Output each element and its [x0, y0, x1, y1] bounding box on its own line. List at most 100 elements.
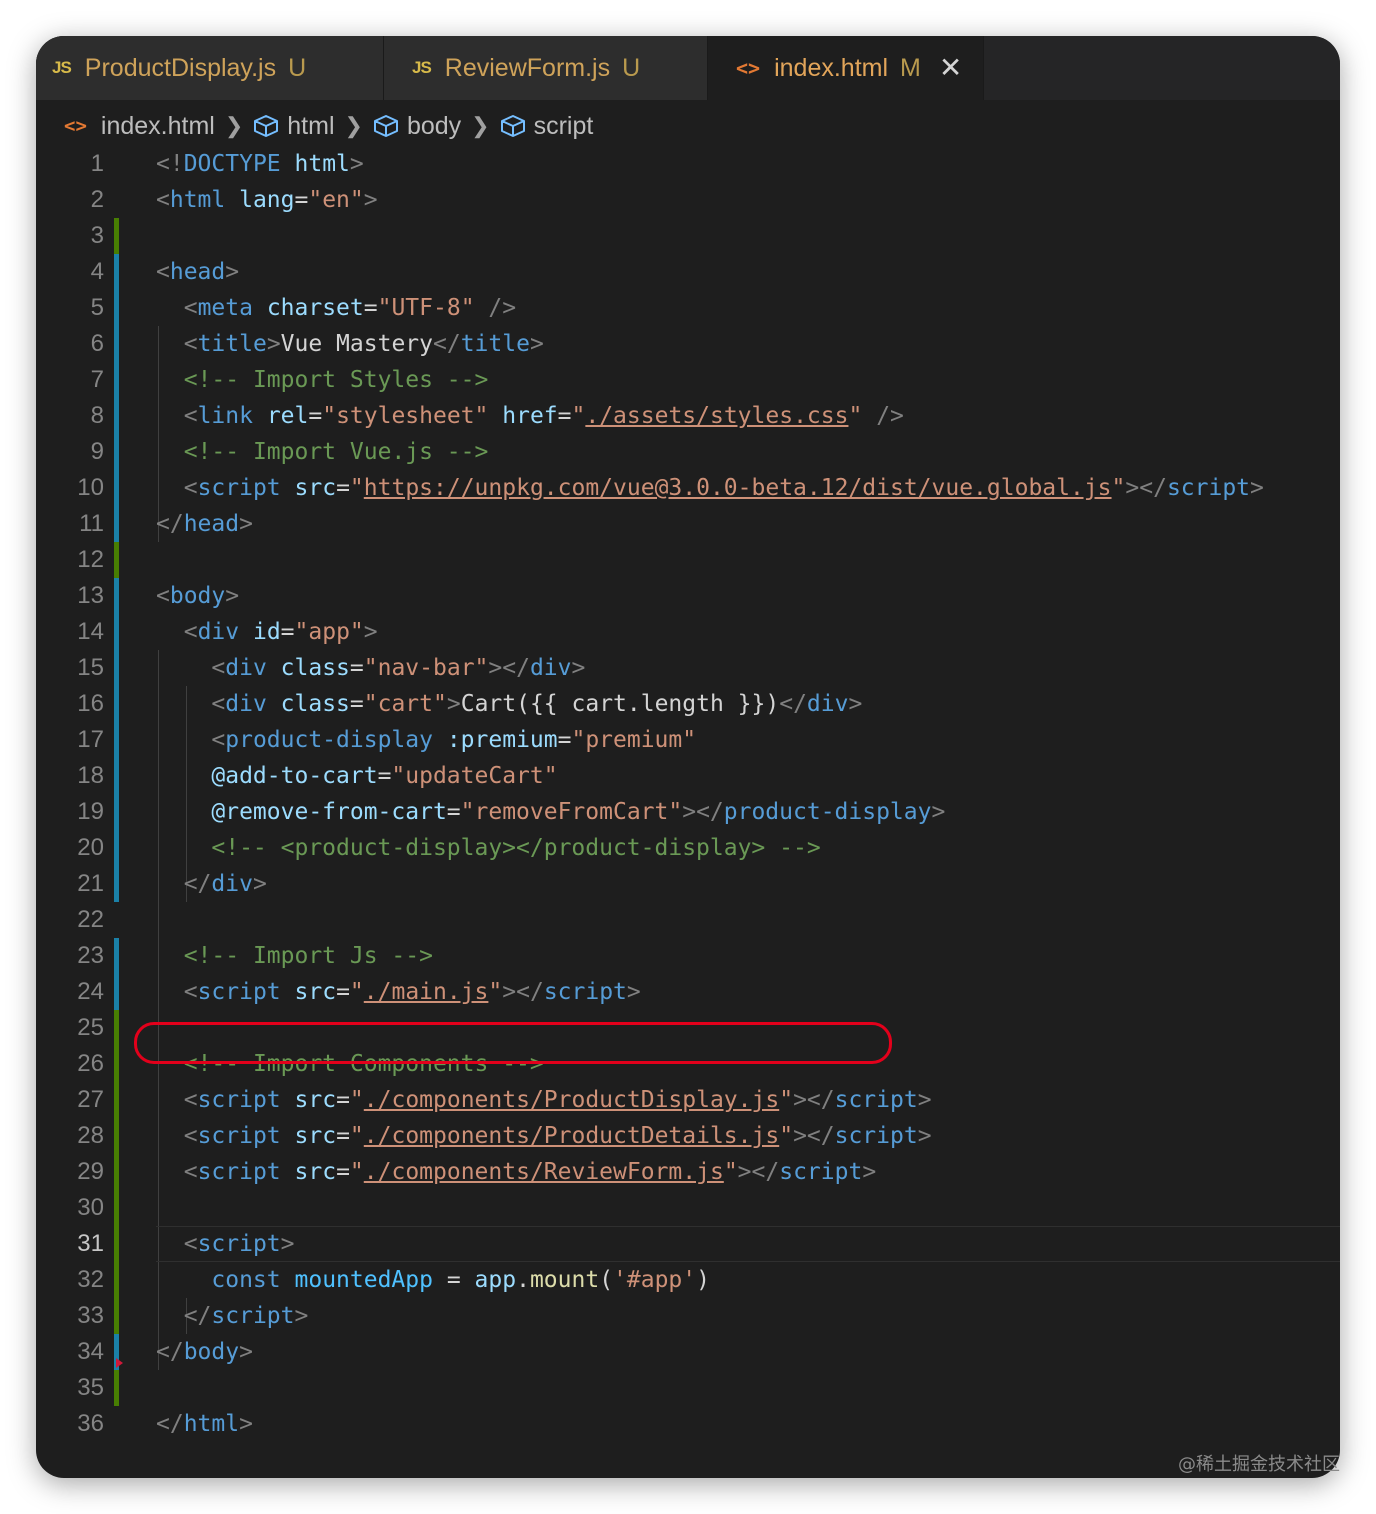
- gutter-added-marker[interactable]: [114, 1370, 119, 1406]
- gutter-modified-marker[interactable]: [114, 434, 119, 470]
- code-line[interactable]: 36 </html>: [36, 1406, 1340, 1442]
- code-line[interactable]: 31 <script>: [36, 1226, 1340, 1262]
- code-line[interactable]: 28 <script src="./components/ProductDeta…: [36, 1118, 1340, 1154]
- code-line[interactable]: 20 <!-- <product-display></product-displ…: [36, 830, 1340, 866]
- code-line[interactable]: 13 <body>: [36, 578, 1340, 614]
- code-line[interactable]: 22: [36, 902, 1340, 938]
- code-line[interactable]: 23 <!-- Import Js -->: [36, 938, 1340, 974]
- code-line[interactable]: 8 <link rel="stylesheet" href="./assets/…: [36, 398, 1340, 434]
- gutter-modified-marker[interactable]: [114, 398, 119, 434]
- code-line[interactable]: 32 const mountedApp = app.mount('#app'): [36, 1262, 1340, 1298]
- code-token: =: [349, 655, 364, 681]
- highlight-annotation: [134, 1022, 892, 1064]
- gutter-added-marker[interactable]: [114, 542, 119, 578]
- code-line[interactable]: 33 </script>: [36, 1298, 1340, 1334]
- code-line[interactable]: 4 <head>: [36, 254, 1340, 290]
- code-line[interactable]: 21 </div>: [36, 866, 1340, 902]
- code-line[interactable]: 12: [36, 542, 1340, 578]
- line-number: 36: [77, 1410, 104, 1437]
- code-token: >: [349, 151, 364, 177]
- gutter-modified-marker[interactable]: [114, 722, 119, 758]
- gutter-added-marker[interactable]: [114, 1010, 119, 1046]
- gutter-modified-marker[interactable]: [114, 362, 119, 398]
- code-editor[interactable]: 1 <!DOCTYPE html> 2 <html lang="en"> 3 4 <head…: [36, 146, 1340, 1478]
- code-line[interactable]: 9 <!-- Import Vue.js -->: [36, 434, 1340, 470]
- gutter-modified-marker[interactable]: [114, 866, 119, 902]
- tab-productdisplay-js[interactable]: JS ProductDisplay.js U: [36, 36, 384, 100]
- code-token: "en": [308, 187, 364, 213]
- code-line[interactable]: 17 <product-display :premium="premium": [36, 722, 1340, 758]
- code-token: <: [183, 295, 198, 321]
- code-line[interactable]: 3: [36, 218, 1340, 254]
- code-line[interactable]: 24 <script src="./main.js"></script>: [36, 974, 1340, 1010]
- code-line[interactable]: 19 @remove-from-cart="removeFromCart"></…: [36, 794, 1340, 830]
- code-line[interactable]: 5 <meta charset="UTF-8" />: [36, 290, 1340, 326]
- code-line[interactable]: 18 @add-to-cart="updateCart": [36, 758, 1340, 794]
- code-token: >: [239, 511, 253, 537]
- code-token: meta: [197, 295, 253, 321]
- line-number: 23: [77, 942, 104, 969]
- html-file-icon: <>: [736, 56, 761, 80]
- gutter-added-marker[interactable]: [114, 1190, 119, 1226]
- code-line[interactable]: 1 <!DOCTYPE html>: [36, 146, 1340, 182]
- code-line[interactable]: 14 <div id="app">: [36, 614, 1340, 650]
- gutter-added-marker[interactable]: [114, 218, 119, 254]
- gutter-modified-marker[interactable]: [114, 830, 119, 866]
- gutter-modified-marker[interactable]: [114, 326, 119, 362]
- gutter-added-marker[interactable]: [114, 1118, 119, 1154]
- breadcrumb-item-html[interactable]: html: [253, 112, 335, 141]
- code-line[interactable]: 27 <script src="./components/ProductDisp…: [36, 1082, 1340, 1118]
- code-line[interactable]: 16 <div class="cart">Cart({{ cart.length…: [36, 686, 1340, 722]
- gutter-modified-marker[interactable]: [114, 506, 119, 542]
- code-token: product-display: [723, 799, 932, 825]
- breadcrumb-item-body[interactable]: body: [373, 112, 461, 141]
- watermark: @稀土掘金技术社区: [1178, 1454, 1340, 1475]
- tab-index-html[interactable]: <> index.html M ✕: [708, 36, 984, 100]
- line-number: 11: [79, 510, 104, 537]
- gutter-modified-marker[interactable]: [114, 758, 119, 794]
- code-text: </div>: [156, 866, 267, 902]
- gutter-modified-marker[interactable]: [114, 470, 119, 506]
- element-cube-icon: [254, 115, 279, 137]
- gutter-modified-marker[interactable]: [114, 650, 119, 686]
- gutter-added-marker[interactable]: [114, 1226, 119, 1262]
- code-token: <: [156, 583, 170, 609]
- html-file-icon: <>: [64, 115, 87, 137]
- line-number: 19: [77, 798, 104, 825]
- tab-reviewform-js[interactable]: JS ReviewForm.js U: [384, 36, 708, 100]
- gutter-modified-marker[interactable]: [114, 938, 119, 974]
- gutter-added-marker[interactable]: [114, 1298, 119, 1334]
- gutter-modified-marker[interactable]: [114, 254, 119, 290]
- gutter-modified-marker[interactable]: [114, 290, 119, 326]
- code-line[interactable]: 7 <!-- Import Styles -->: [36, 362, 1340, 398]
- breadcrumb-item-script[interactable]: script: [500, 112, 593, 141]
- code-line[interactable]: 6 <title>Vue Mastery</title>: [36, 326, 1340, 362]
- code-line[interactable]: 15 <div class="nav-bar"></div>: [36, 650, 1340, 686]
- close-icon[interactable]: ✕: [939, 54, 962, 82]
- code-line[interactable]: 34 </body>: [36, 1334, 1340, 1370]
- breadcrumb-item-file[interactable]: <> index.html: [64, 112, 215, 141]
- gutter-added-marker[interactable]: [114, 1262, 119, 1298]
- gutter-modified-marker[interactable]: [114, 794, 119, 830]
- gutter-added-marker[interactable]: [114, 1082, 119, 1118]
- code-line[interactable]: 10 <script src="https://unpkg.com/vue@3.…: [36, 470, 1340, 506]
- code-line[interactable]: 2 <html lang="en">: [36, 182, 1340, 218]
- gutter-modified-marker[interactable]: [114, 614, 119, 650]
- code-line[interactable]: 35: [36, 1370, 1340, 1406]
- code-line[interactable]: 11 </head>: [36, 506, 1340, 542]
- code-line[interactable]: 29 <script src="./components/ReviewForm.…: [36, 1154, 1340, 1190]
- code-token: />: [488, 295, 517, 321]
- gutter-added-marker[interactable]: [114, 1046, 119, 1082]
- gutter-modified-marker[interactable]: [114, 974, 119, 1010]
- code-token: script: [197, 1159, 281, 1185]
- code-line[interactable]: 30: [36, 1190, 1340, 1226]
- code-token: </: [433, 331, 461, 357]
- gutter-added-marker[interactable]: [114, 1154, 119, 1190]
- gutter-modified-marker[interactable]: [114, 578, 119, 614]
- code-token: =: [377, 763, 392, 789]
- gutter-modified-marker[interactable]: [114, 686, 119, 722]
